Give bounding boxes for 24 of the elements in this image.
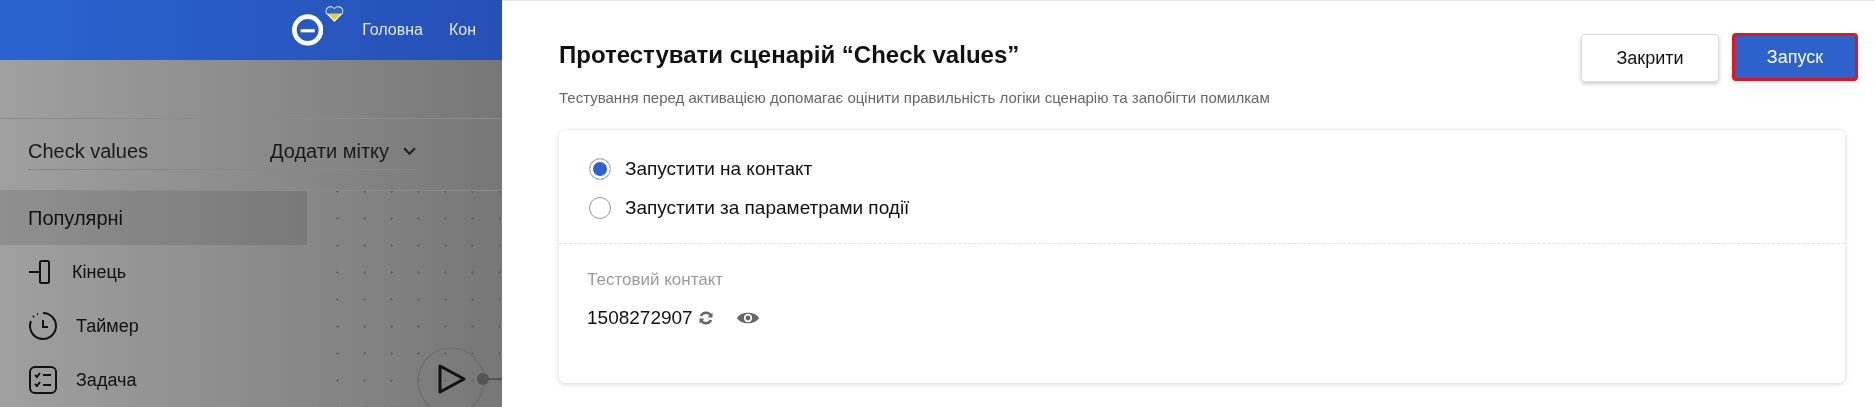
contact-id: 1508272907 <box>587 307 693 329</box>
checklist-icon <box>28 365 58 395</box>
radio-button[interactable] <box>589 158 611 180</box>
close-button[interactable]: Закрити <box>1581 34 1719 82</box>
dialog-title: Протестувати сценарій “Check values” <box>559 41 1021 69</box>
radio-label[interactable]: Запустити за параметрами події <box>625 197 910 219</box>
timer-icon <box>28 311 58 341</box>
nav-link[interactable]: Кон <box>448 21 476 39</box>
eye-icon[interactable] <box>735 310 760 326</box>
field-label: Тестовий контакт <box>587 270 725 290</box>
refresh-icon[interactable] <box>697 310 714 326</box>
nav-link[interactable]: Головна <box>362 21 423 39</box>
name-field[interactable]: Check values <box>28 139 256 170</box>
heart-icon <box>325 4 345 24</box>
run-button[interactable]: Запуск <box>1732 33 1858 81</box>
palette-item[interactable]: Задача <box>0 353 315 407</box>
tag-dropdown[interactable]: Додати мітку <box>270 139 417 170</box>
chevron-icon <box>403 146 417 156</box>
radio-button[interactable] <box>589 197 611 219</box>
palette-item[interactable]: Кінець <box>0 245 315 299</box>
palette-item[interactable]: Таймер <box>0 299 315 353</box>
category-header[interactable]: Популярні <box>0 191 307 245</box>
radio-label[interactable]: Запустити на контакт <box>625 158 813 180</box>
dialog-subtitle: Тестування перед активацією допомагає оцінити правильність логіки сценарію та запобігти помилкам <box>559 89 1270 106</box>
